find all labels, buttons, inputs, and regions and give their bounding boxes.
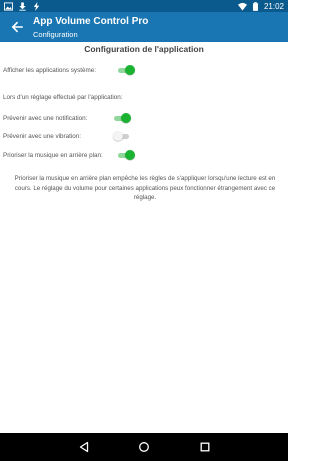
- prioritize-music-label: Prioriser la musique en arrière plan:: [3, 152, 103, 159]
- app-toolbar: App Volume Control Pro Configuration: [0, 12, 288, 42]
- show-system-apps-switch[interactable]: [117, 65, 135, 75]
- section-title: Configuration de l'application: [84, 44, 204, 54]
- bolt-icon: [32, 1, 41, 11]
- prioritize-music-note: Prioriser la musique en arrière plan emp…: [14, 175, 276, 201]
- arrow-left-icon: [11, 21, 23, 33]
- notify-label: Prévenir avec une notification:: [3, 115, 88, 122]
- image-icon: [4, 1, 13, 11]
- back-triangle-icon: [79, 441, 89, 453]
- status-system-icons: 21:02: [237, 0, 284, 12]
- status-bar: 21:02: [0, 0, 288, 12]
- nav-back-button[interactable]: [77, 440, 91, 454]
- battery-icon: [251, 1, 260, 11]
- on-apply-heading: Lors d'un réglage effectué par l'applica…: [3, 94, 123, 101]
- vibrate-label: Prévenir avec une vibration:: [3, 133, 82, 140]
- status-notification-icons: [4, 1, 41, 11]
- download-icon: [18, 1, 27, 11]
- nav-home-button[interactable]: [137, 440, 151, 454]
- switch-thumb: [125, 65, 135, 75]
- navigation-bar: [0, 433, 288, 461]
- home-circle-icon: [139, 442, 149, 452]
- vibrate-switch[interactable]: [113, 131, 131, 141]
- switch-thumb: [121, 113, 131, 123]
- back-button[interactable]: [10, 20, 24, 34]
- show-system-apps-label: Afficher les applications système:: [3, 67, 96, 74]
- switch-thumb: [113, 131, 123, 141]
- wifi-icon: [237, 2, 247, 11]
- status-time: 21:02: [263, 1, 284, 11]
- switch-thumb: [125, 150, 135, 160]
- notify-switch[interactable]: [113, 113, 131, 123]
- app-subtitle: Configuration: [33, 30, 78, 39]
- nav-recents-button[interactable]: [198, 440, 212, 454]
- prioritize-music-switch[interactable]: [117, 150, 135, 160]
- recents-square-icon: [200, 442, 210, 452]
- app-title: App Volume Control Pro: [33, 16, 149, 27]
